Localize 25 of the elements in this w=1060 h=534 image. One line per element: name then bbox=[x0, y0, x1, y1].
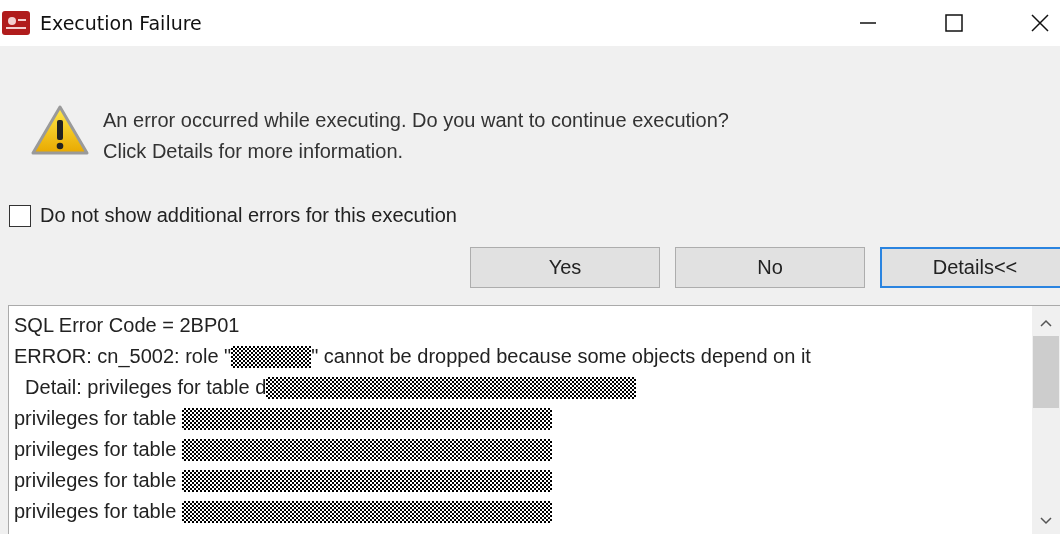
scroll-up-icon[interactable] bbox=[1039, 318, 1053, 328]
checkbox[interactable] bbox=[9, 204, 31, 227]
close-icon[interactable] bbox=[1030, 13, 1050, 33]
detail-text: " cannot be dropped because some objects depend on it bbox=[311, 345, 811, 368]
detail-text: privileges for table bbox=[14, 469, 178, 492]
message-text: An error occurred while executing. Do you want to continue execution? bbox=[103, 108, 729, 133]
checkbox-label[interactable]: Do not show additional errors for this execution bbox=[40, 204, 457, 227]
detail-text: SQL Error Code = 2BP01 bbox=[14, 314, 240, 337]
warning-icon bbox=[30, 104, 90, 156]
window-title: Execution Failure bbox=[40, 12, 202, 34]
yes-button[interactable]: Yes bbox=[470, 247, 660, 288]
detail-text: privileges for table bbox=[14, 500, 178, 523]
message-text: Click Details for more information. bbox=[103, 139, 405, 164]
scroll-down-icon[interactable] bbox=[1039, 516, 1053, 526]
details-button[interactable]: Details<< bbox=[880, 247, 1060, 288]
maximize-icon[interactable] bbox=[944, 13, 964, 33]
details-text-area[interactable] bbox=[8, 305, 1060, 534]
detail-text: Detail: privileges for table d bbox=[24, 376, 267, 399]
app-icon bbox=[2, 11, 30, 35]
detail-text: privileges for table bbox=[14, 438, 178, 461]
detail-text: ERROR: cn_5002: role " bbox=[14, 345, 232, 368]
no-button[interactable]: No bbox=[675, 247, 865, 288]
scrollbar-thumb[interactable] bbox=[1033, 336, 1059, 408]
scrollbar[interactable] bbox=[1032, 306, 1060, 534]
detail-text: privileges for table bbox=[14, 407, 178, 430]
